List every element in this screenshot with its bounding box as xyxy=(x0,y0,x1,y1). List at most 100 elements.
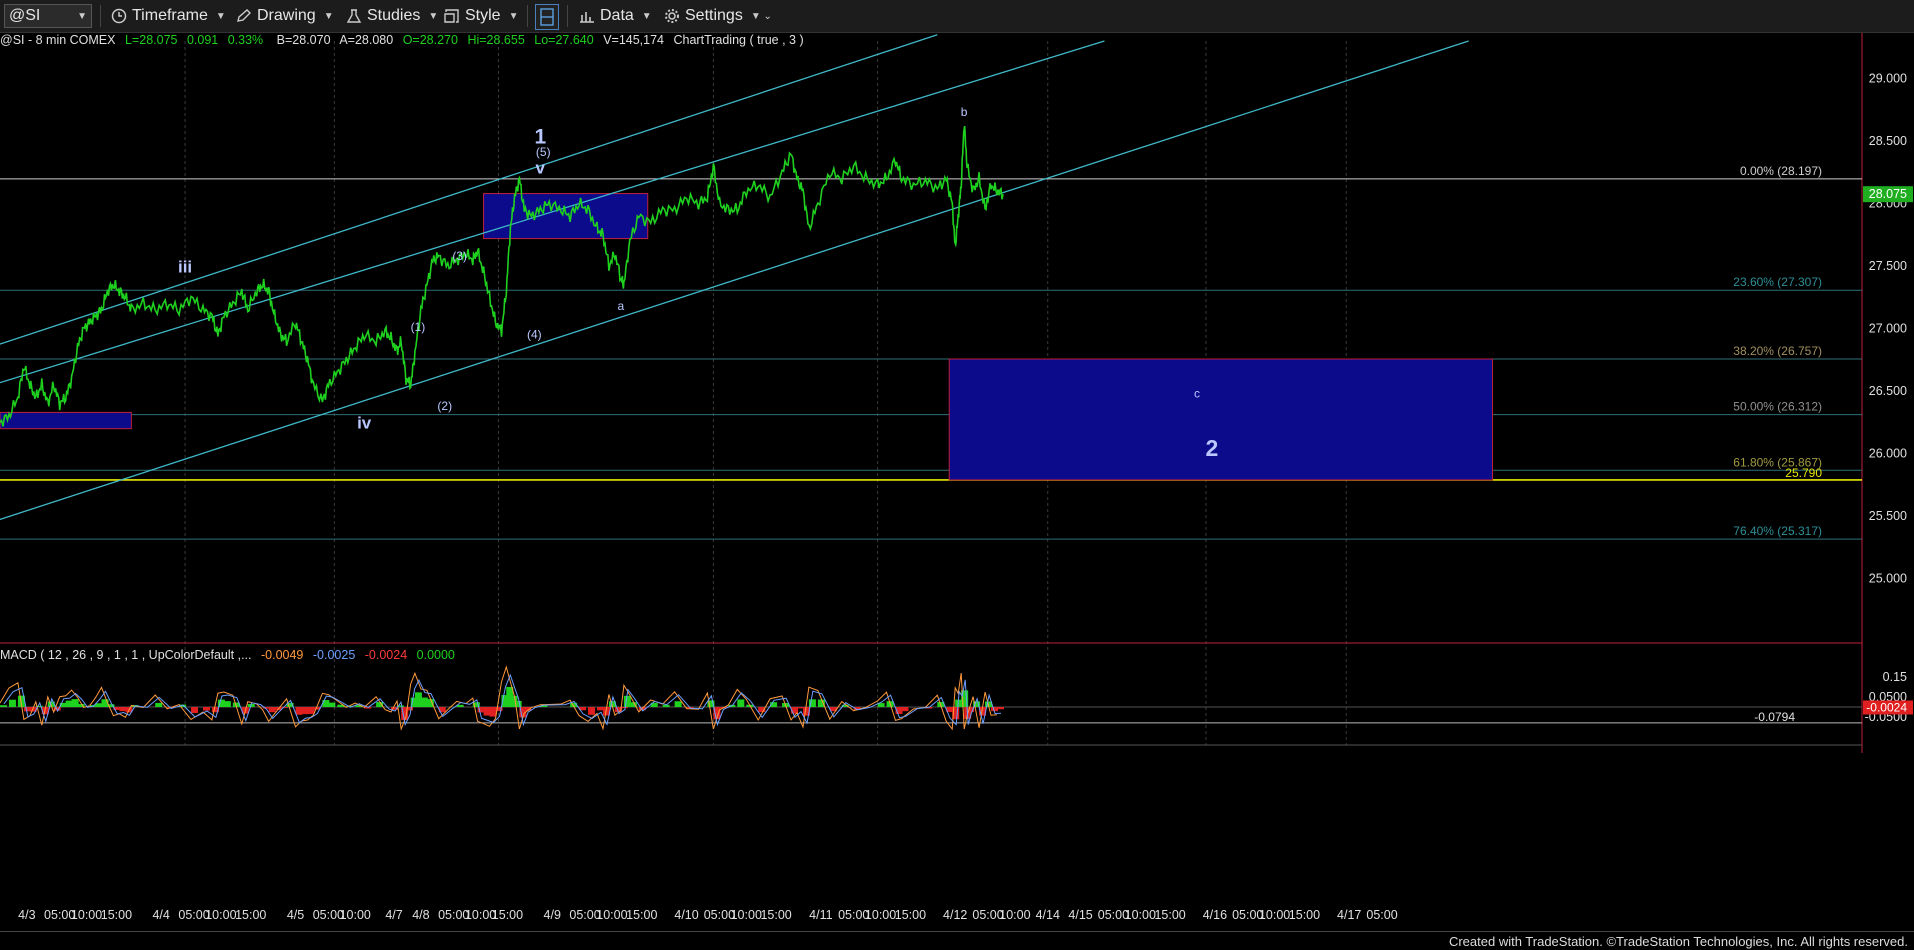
zone-box xyxy=(483,193,649,240)
macd-signal-label: -0.0794 xyxy=(1754,710,1795,724)
macd-value-3: -0.0024 xyxy=(365,648,407,662)
change-readout: 0.091 xyxy=(187,33,218,47)
channel-line xyxy=(0,34,938,345)
macd-histogram-bar xyxy=(301,707,309,715)
price-tick-label: 26.000 xyxy=(1869,447,1907,461)
macd-histogram-bar xyxy=(662,704,670,707)
time-tick-label: 10:00 xyxy=(205,908,236,922)
time-tick-label: 4/11 xyxy=(809,908,832,922)
gear-icon xyxy=(665,9,679,23)
fib-label: 76.40% (25.317) xyxy=(1733,524,1822,538)
macd-histogram-bar xyxy=(191,707,199,713)
macd-histogram-bar xyxy=(489,707,497,717)
macd-value-marker-label: -0.0024 xyxy=(1866,700,1907,714)
chart-header: @SI - 8 min COMEX L=28.075 0.091 0.33% B… xyxy=(0,33,804,47)
macd-histogram-bar xyxy=(155,702,163,707)
time-tick-label: 10:00 xyxy=(596,908,627,922)
wave-label: iii xyxy=(178,257,192,276)
macd-histogram-bar xyxy=(71,699,79,707)
toolbar: @SI ▼ Timeframe ▼ Drawing ▼ Studies ▼ St… xyxy=(0,0,1914,33)
macd-histogram-bar xyxy=(420,697,428,707)
style-button[interactable]: Style ▼ xyxy=(443,4,518,28)
timeframe-label: Timeframe xyxy=(132,7,208,24)
layout-toggle-button[interactable] xyxy=(535,4,559,30)
volume-readout: V=145,174 xyxy=(603,33,664,47)
last-price-marker-label: 28.075 xyxy=(1869,187,1907,201)
macd-header: MACD ( 12 , 26 , 9 , 1 , 1 , UpColorDefa… xyxy=(0,648,455,662)
studies-button[interactable]: Studies ▼ xyxy=(345,4,438,28)
time-tick-label: 4/17 xyxy=(1337,908,1361,922)
support-label: 25.790 xyxy=(1785,466,1822,480)
time-tick-label: 15:00 xyxy=(492,908,523,922)
flask-icon xyxy=(346,9,362,23)
time-tick-label: 10:00 xyxy=(731,908,762,922)
time-tick-label: 4/4 xyxy=(152,908,169,922)
bar-chart-icon xyxy=(580,12,594,23)
zone-box xyxy=(948,358,1493,481)
studies-label: Studies xyxy=(367,7,421,24)
time-tick-label: 15:00 xyxy=(626,908,657,922)
macd-histogram-bar xyxy=(796,707,804,709)
wave-label: (5) xyxy=(536,145,551,159)
macd-histogram-bar xyxy=(295,707,303,715)
zone-boxes xyxy=(0,193,1493,481)
price-tick-label: 29.000 xyxy=(1869,72,1907,86)
time-tick-label: 10:00 xyxy=(1125,908,1156,922)
wave-label: b xyxy=(961,105,968,119)
macd-tick-label: 0.15 xyxy=(1883,670,1907,684)
time-tick-label: 10:00 xyxy=(999,908,1030,922)
fib-label: 38.20% (26.757) xyxy=(1733,344,1822,358)
time-tick-label: 4/15 xyxy=(1068,908,1092,922)
chevron-down-icon: ▼ xyxy=(77,10,87,22)
wave-label: c xyxy=(1194,386,1200,400)
change-pct-readout: 0.33% xyxy=(228,33,263,47)
time-tick-label: 10:00 xyxy=(1259,908,1290,922)
macd-histogram-bar xyxy=(307,707,315,714)
settings-button[interactable]: Settings ▼ ⌄ xyxy=(663,4,772,28)
toolbar-divider xyxy=(567,5,568,27)
wave-label: a xyxy=(618,299,625,313)
toolbar-divider xyxy=(100,5,101,27)
macd-histogram-bar xyxy=(119,707,127,712)
symbol-info: @SI - 8 min COMEX xyxy=(0,33,116,47)
time-tick-label: 4/10 xyxy=(674,908,698,922)
macd-histogram-bar xyxy=(328,702,336,707)
time-tick-label: 4/9 xyxy=(544,908,561,922)
bid-readout: B=28.070 xyxy=(277,33,331,47)
symbol-selector[interactable]: @SI ▼ xyxy=(4,4,92,28)
macd-histogram-bar xyxy=(268,707,276,713)
price-tick-label: 25.500 xyxy=(1869,509,1907,523)
settings-label: Settings xyxy=(685,7,743,24)
wave-label: v xyxy=(536,159,546,178)
time-tick-label: 4/16 xyxy=(1203,908,1227,922)
drawing-button[interactable]: Drawing ▼ xyxy=(235,4,334,28)
style-label: Style xyxy=(465,7,501,24)
chevron-down-icon: ▼ xyxy=(508,10,519,22)
time-tick-label: 05:00 xyxy=(1366,908,1397,922)
pencil-icon xyxy=(237,9,251,22)
wave-label: (2) xyxy=(437,399,452,413)
macd-histogram-bar xyxy=(588,707,596,715)
chevron-down-icon: ▼ xyxy=(215,10,226,22)
price-tick-label: 25.000 xyxy=(1869,572,1907,586)
data-button[interactable]: Data ▼ xyxy=(578,4,652,28)
macd-histogram-bar xyxy=(0,705,7,707)
time-tick-label: 15:00 xyxy=(1289,908,1320,922)
macd-histogram-bar xyxy=(223,701,231,707)
timeframe-button[interactable]: Timeframe ▼ xyxy=(110,4,226,28)
macd-histogram-bar xyxy=(901,707,909,712)
chevron-down-icon: ▼ ⌄ xyxy=(750,10,772,22)
macd-average-line xyxy=(3,673,1002,727)
fib-label: 23.60% (27.307) xyxy=(1733,275,1822,289)
data-label: Data xyxy=(600,7,634,24)
time-axis[interactable]: 4/3 05:0010:0015:00 4/4 05:0010:0015:00 4/5 0… xyxy=(0,744,1862,922)
macd-histogram-bar xyxy=(23,707,31,712)
macd-histogram-bar xyxy=(597,707,604,711)
time-tick-label: 4/14 xyxy=(1036,908,1060,922)
fib-retracement-levels: 0.00% (28.197) 23.60% (27.307) 38.20% (26.… xyxy=(0,164,1862,540)
macd-histogram-bar xyxy=(996,707,1004,710)
time-tick-label: 10:00 xyxy=(865,908,896,922)
macd-histogram-bar xyxy=(674,701,682,707)
price-chart[interactable]: 0.00% (28.197) 23.60% (27.307) 38.20% (26.… xyxy=(0,33,1914,931)
price-axis[interactable]: 29.00028.50028.00027.50027.00026.50026.0… xyxy=(1863,72,1913,586)
